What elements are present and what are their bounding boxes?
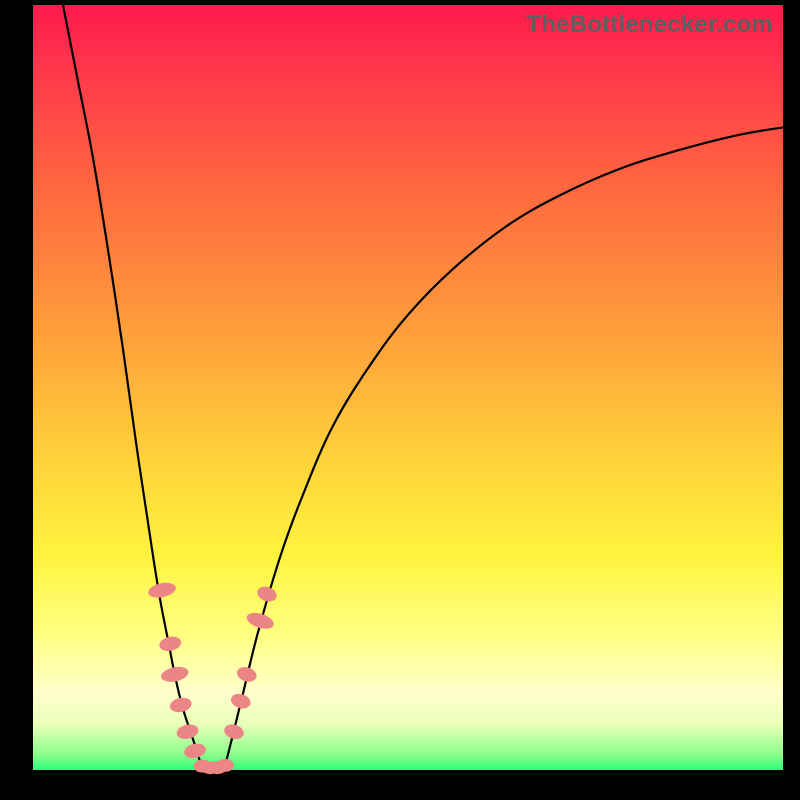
bead (158, 635, 182, 653)
bead (245, 610, 276, 632)
bead (255, 584, 278, 603)
left-curve (63, 5, 201, 766)
bottleneck-plot (33, 5, 783, 770)
bead (160, 665, 190, 685)
bead (216, 759, 234, 772)
bead (147, 580, 177, 600)
bead (222, 722, 245, 741)
bead (229, 691, 252, 710)
bead-group (147, 580, 279, 774)
bead (175, 723, 199, 741)
bead (183, 742, 207, 760)
chart-frame: TheBottlenecker.com (33, 5, 783, 770)
bead (169, 696, 193, 714)
right-curve (225, 127, 783, 766)
bead (235, 665, 258, 684)
